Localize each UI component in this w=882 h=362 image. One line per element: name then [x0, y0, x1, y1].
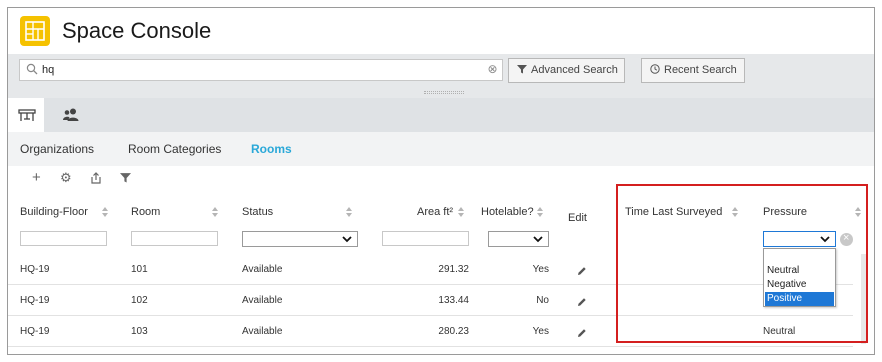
search-box[interactable]: ⊗	[19, 59, 503, 81]
cell-area: 291.32	[438, 264, 469, 275]
app-header: Space Console	[8, 8, 874, 54]
clock-icon	[650, 59, 660, 82]
tab-room-categories[interactable]: Room Categories	[128, 142, 221, 156]
dropdown-option-negative[interactable]: Negative	[765, 278, 834, 292]
edit-pencil-icon[interactable]	[577, 325, 587, 343]
column-header-edit: Edit	[568, 212, 587, 224]
edit-pencil-icon[interactable]	[577, 294, 587, 312]
cell-pressure: Neutral	[763, 326, 796, 337]
cell-area: 133.44	[438, 295, 469, 306]
column-header-time-last-surveyed[interactable]: Time Last Surveyed	[625, 206, 722, 218]
column-header-room[interactable]: Room	[131, 206, 160, 218]
cell-building-floor: HQ-19	[20, 326, 50, 337]
cell-room: 103	[131, 326, 148, 337]
add-icon[interactable]: +	[32, 169, 41, 186]
cell-status: Available	[242, 264, 283, 275]
vertical-scrollbar[interactable]	[861, 254, 866, 344]
chevron-down-icon	[342, 236, 352, 243]
app-title: Space Console	[62, 18, 212, 43]
panel-splitter-handle[interactable]	[424, 91, 464, 94]
building-floor-filter-input[interactable]	[20, 231, 107, 246]
tab-rooms[interactable]: Rooms	[251, 142, 292, 156]
column-header-area[interactable]: Area ft²	[417, 206, 453, 218]
clear-search-icon[interactable]: ⊗	[487, 63, 498, 75]
settings-icon[interactable]: ⚙	[60, 170, 72, 186]
sort-icon[interactable]	[211, 206, 219, 218]
filter-icon[interactable]	[120, 172, 131, 186]
cell-hotelable: Yes	[532, 326, 549, 337]
sort-icon[interactable]	[457, 206, 465, 218]
sort-icon[interactable]	[101, 206, 109, 218]
status-filter-select[interactable]	[242, 231, 358, 247]
app-window: Space Console ⊗ Advanced Search Recent S…	[7, 7, 875, 355]
recent-search-label: Recent Search	[664, 64, 737, 76]
clear-filter-icon[interactable]	[840, 232, 853, 246]
dropdown-option-positive[interactable]: Positive	[765, 292, 834, 306]
cell-hotelable: Yes	[532, 264, 549, 275]
tab-people[interactable]	[52, 98, 88, 132]
edit-pencil-icon[interactable]	[577, 263, 587, 281]
advanced-search-label: Advanced Search	[531, 64, 618, 76]
search-icon	[26, 63, 38, 75]
tab-organizations[interactable]: Organizations	[20, 142, 94, 156]
sort-icon[interactable]	[854, 206, 862, 218]
cell-building-floor: HQ-19	[20, 295, 50, 306]
cell-status: Available	[242, 295, 283, 306]
people-icon	[63, 108, 79, 121]
hotelable-filter-select[interactable]	[488, 231, 549, 247]
column-header-hotelable[interactable]: Hotelable?	[481, 206, 534, 218]
floorplan-icon	[18, 109, 36, 121]
sort-icon[interactable]	[536, 206, 544, 218]
column-header-pressure[interactable]: Pressure	[763, 206, 807, 218]
table-row[interactable]: HQ-19 103 Available 280.23 Yes Neutral	[8, 316, 853, 347]
pressure-filter-select[interactable]	[763, 231, 836, 247]
advanced-search-button[interactable]: Advanced Search	[508, 58, 625, 83]
sort-icon[interactable]	[345, 206, 353, 218]
cell-status: Available	[242, 326, 283, 337]
dropdown-option-neutral[interactable]: Neutral	[765, 264, 834, 278]
grid-toolbar: + ⚙	[8, 166, 874, 194]
cell-room: 101	[131, 264, 148, 275]
mode-tabs	[8, 98, 874, 132]
column-header-status[interactable]: Status	[242, 206, 273, 218]
search-bar: ⊗ Advanced Search Recent Search	[8, 54, 874, 98]
chevron-down-icon	[533, 236, 543, 243]
pressure-dropdown-menu: Neutral Negative Positive	[763, 248, 836, 307]
chevron-down-icon	[820, 236, 830, 243]
app-logo-icon	[20, 16, 50, 46]
room-filter-input[interactable]	[131, 231, 218, 246]
export-icon[interactable]	[90, 172, 102, 187]
table-row[interactable]: HQ-19 102 Available 133.44 No	[8, 285, 853, 316]
table-row[interactable]: HQ-19 101 Available 291.32 Yes	[8, 254, 853, 285]
tab-floorplan[interactable]	[8, 98, 44, 132]
filter-icon	[517, 59, 527, 82]
area-filter-input[interactable]	[382, 231, 469, 246]
search-input[interactable]	[42, 62, 472, 78]
recent-search-button[interactable]: Recent Search	[641, 58, 745, 83]
dropdown-option-empty[interactable]	[765, 251, 834, 265]
cell-building-floor: HQ-19	[20, 264, 50, 275]
column-header-building-floor[interactable]: Building-Floor	[20, 206, 88, 218]
cell-hotelable: No	[536, 295, 549, 306]
sort-icon[interactable]	[731, 206, 739, 218]
cell-room: 102	[131, 295, 148, 306]
cell-area: 280.23	[438, 326, 469, 337]
sub-tabs: Organizations Room Categories Rooms	[8, 132, 874, 166]
